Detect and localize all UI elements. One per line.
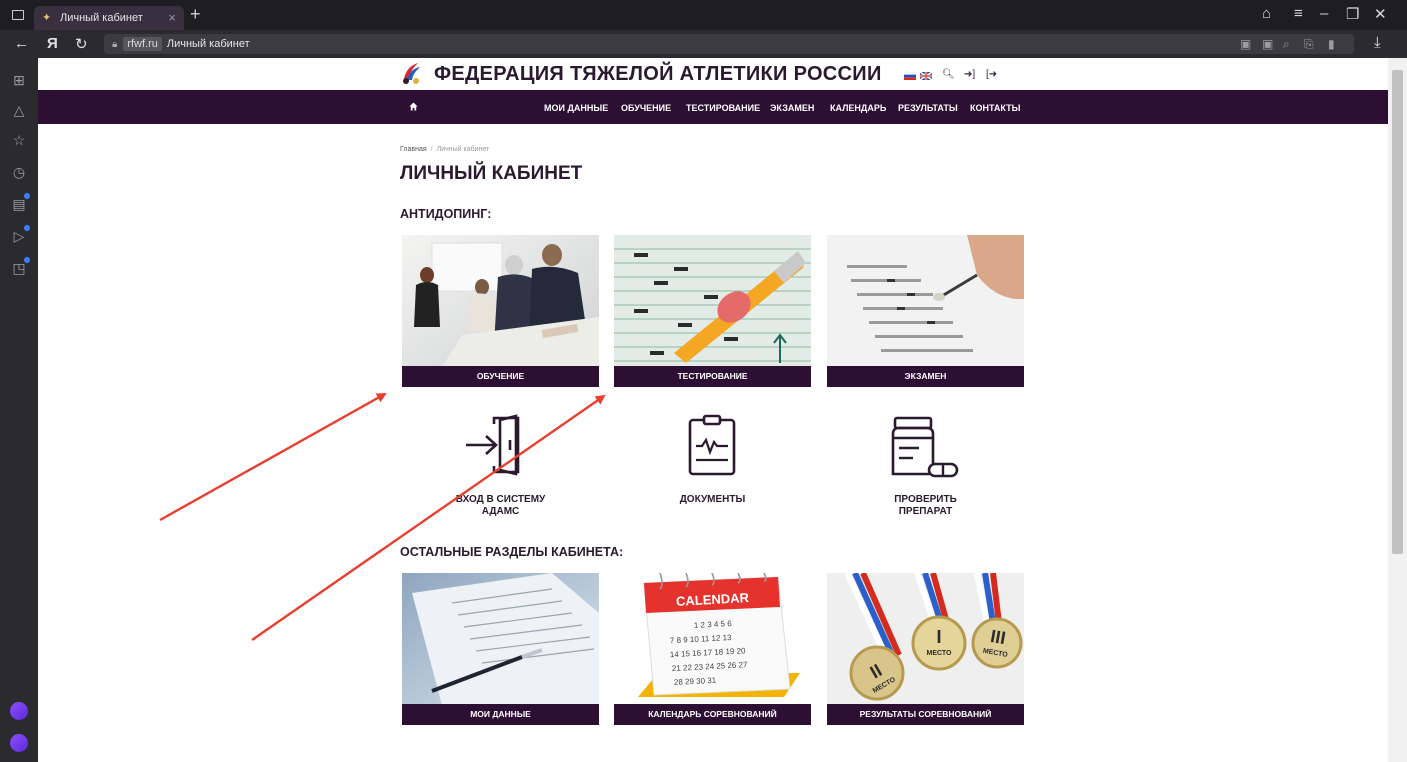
testing-photo [614,235,811,367]
notifications-bell-icon[interactable]: △ [11,102,27,118]
tile-adams-label-line1: ВХОД В СИСТЕМУ [455,494,546,505]
flag-uk-icon[interactable] [920,72,932,80]
nav-calendar[interactable]: КАЛЕНДАРЬ [830,103,886,113]
card-competition-results-label: РЕЗУЛЬТАТЫ СОРЕВНОВАНИЙ [827,704,1024,725]
clipboard-document-icon [688,414,736,476]
tile-documents-label: ДОКУМЕНТЫ [679,494,746,505]
menu-icon[interactable]: ≡ [1294,5,1303,22]
restore-icon[interactable]: ❐ [1346,5,1359,23]
reload-button[interactable]: ↻ [75,35,88,53]
card-testing[interactable]: ТЕСТИРОВАНИЕ [614,235,811,387]
alice-assistant-icon[interactable] [10,702,28,720]
site-favicon-icon: ✦ [42,12,52,24]
alice-voice-icon[interactable] [10,734,28,752]
browser-sidebar: ⊞ △ ☆ ◷ ▤ ▷ ◳ [0,58,38,762]
address-input[interactable]: 🔒︎ rfwf.ru Личный кабинет [104,34,1354,54]
browser-tab-bar: ✦ Личный кабинет × + ⌂ ≡ – ❐ ✕ [0,0,1407,30]
minimize-icon[interactable]: – [1320,5,1328,22]
federation-logo-icon[interactable] [400,61,422,85]
card-training-label: ОБУЧЕНИЕ [402,366,599,387]
address-bar-row: ← Я ↻ 🔒︎ rfwf.ru Личный кабинет ▣ ▣ ⌕ ⎘ … [0,30,1407,58]
extension-share-icon[interactable]: ⎘ [1304,37,1314,52]
page-title: ЛИЧНЫЙ КАБИНЕТ [400,163,583,184]
video-player-icon[interactable]: ▷ [11,225,30,244]
breadcrumb-separator: / [430,146,433,153]
bookmark-icon[interactable]: ▮ [1328,37,1335,51]
card-my-data[interactable]: МОИ ДАННЫЕ [402,573,599,725]
browser-tab[interactable]: ✦ Личный кабинет × [34,6,184,30]
back-button[interactable]: ← [14,35,29,52]
tab-title: Личный кабинет [60,12,143,24]
logout-icon[interactable]: [➜ [986,69,997,80]
nav-exam[interactable]: ЭКЗАМЕН [770,103,814,113]
calendar-photo: CALENDAR 1 2 3 4 5 6 7 8 9 10 11 12 13 1… [614,573,811,705]
card-training[interactable]: ОБУЧЕНИЕ [402,235,599,387]
close-tab-icon[interactable]: × [168,10,176,25]
site-header: ФЕДЕРАЦИЯ ТЯЖЕЛОЙ АТЛЕТИКИ РОССИИ 🔍︎ ➜] … [38,58,1388,90]
collections-icon[interactable]: ⌂ [1262,5,1271,22]
new-tab-button[interactable]: + [190,4,201,25]
bookmarks-star-icon[interactable]: ☆ [11,132,27,148]
exam-photo [827,235,1024,367]
my-data-photo [402,573,599,705]
downloads-button[interactable]: ⤓ [1374,34,1381,51]
nav-testing[interactable]: ТЕСТИРОВАНИЕ [686,103,760,113]
card-testing-label: ТЕСТИРОВАНИЕ [614,366,811,387]
site-title[interactable]: ФЕДЕРАЦИЯ ТЯЖЕЛОЙ АТЛЕТИКИ РОССИИ [434,63,882,86]
breadcrumb-home-link[interactable]: Главная [400,146,427,153]
extension-search-icon[interactable]: ⌕ [1283,37,1290,52]
home-icon[interactable] [409,102,418,111]
search-icon[interactable]: 🔍︎ [942,69,955,80]
card-competition-calendar-label: КАЛЕНДАРЬ СОРЕВНОВАНИЙ [614,704,811,725]
close-window-icon[interactable]: ✕ [1374,5,1387,23]
tile-check-drug-label-line1: ПРОВЕРИТЬ [894,494,957,505]
card-competition-results[interactable]: II МЕСТО I МЕСТО III МЕСТО РЕЗУЛЬТАТЫ СО… [827,573,1024,725]
messenger-icon[interactable]: ▤ [11,193,30,212]
flag-ru-icon[interactable] [904,72,916,80]
url-page-title: Личный кабинет [166,38,250,50]
card-competition-calendar[interactable]: CALENDAR 1 2 3 4 5 6 7 8 9 10 11 12 13 1… [614,573,811,725]
nav-contacts[interactable]: КОНТАКТЫ [970,103,1020,113]
main-navigation: МОИ ДАННЫЕ ОБУЧЕНИЕ ТЕСТИРОВАНИЕ ЭКЗАМЕН… [38,90,1388,124]
card-my-data-label: МОИ ДАННЫЕ [402,704,599,725]
pill-bottle-icon [891,416,959,478]
nav-results[interactable]: РЕЗУЛЬТАТЫ [898,103,958,113]
yandex-logo-button[interactable]: Я [47,35,58,52]
medal-1-word: МЕСТО [927,650,952,657]
web-page: ФЕДЕРАЦИЯ ТЯЖЕЛОЙ АТЛЕТИКИ РОССИИ 🔍︎ ➜] … [38,58,1388,762]
nav-training[interactable]: ОБУЧЕНИЕ [621,103,671,113]
login-icon[interactable]: ➜] [964,69,975,80]
scrollbar-thumb[interactable] [1392,70,1403,554]
url-domain: rfwf.ru [123,37,162,51]
results-photo: II МЕСТО I МЕСТО III МЕСТО [827,573,1024,705]
door-enter-icon [466,414,520,476]
lens-search-icon[interactable]: ◳ [11,257,30,276]
training-photo [402,235,599,367]
nav-my-data[interactable]: МОИ ДАННЫЕ [544,103,608,113]
page-scrollbar[interactable] [1388,58,1407,762]
services-grid-icon[interactable]: ⊞ [11,72,27,88]
tile-adams-label-line2: АДАМС [481,506,520,517]
extension-reader-icon[interactable]: ▣ [1262,37,1273,51]
medal-1-roman: I [936,627,941,647]
other-section-title: ОСТАЛЬНЫЕ РАЗДЕЛЫ КАБИНЕТА: [400,545,624,559]
tile-check-drug-label-line2: ПРЕПАРАТ [898,506,953,517]
antidoping-section-title: АНТИДОПИНГ: [400,207,492,221]
breadcrumb-current: Личный кабинет [436,146,490,153]
sidebar-toggle-icon[interactable] [12,10,24,20]
lock-icon: 🔒︎ [112,38,118,50]
history-clock-icon[interactable]: ◷ [11,164,27,180]
card-exam-label: ЭКЗАМЕН [827,366,1024,387]
card-exam[interactable]: ЭКЗАМЕН [827,235,1024,387]
breadcrumb: Главная / Личный кабинет [400,146,489,153]
extension-translate-icon[interactable]: ▣ [1240,37,1251,51]
